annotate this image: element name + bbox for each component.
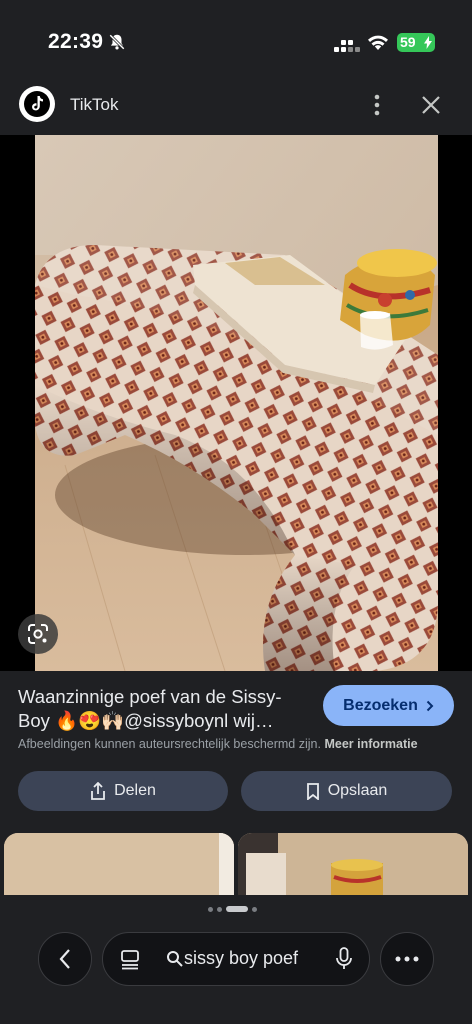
more-options-button[interactable] xyxy=(380,932,434,986)
status-time: 22:39 xyxy=(48,30,104,53)
related-thumbnail[interactable] xyxy=(4,833,234,895)
page-dot xyxy=(252,906,257,912)
mic-icon[interactable] xyxy=(335,947,353,971)
wifi-icon xyxy=(368,35,388,50)
lens-icon xyxy=(28,624,48,644)
tiktok-logo[interactable] xyxy=(19,86,55,122)
visit-button[interactable]: Bezoeken xyxy=(323,685,454,726)
page-dot-active xyxy=(226,906,248,912)
more-horiz-icon xyxy=(395,956,419,962)
search-query[interactable]: sissy boy poef xyxy=(184,948,298,969)
copyright-notice: Afbeeldingen kunnen auteursrechtelijk be… xyxy=(18,737,418,751)
signal-icon xyxy=(334,40,360,52)
tiktok-note-icon xyxy=(32,96,43,111)
result-title[interactable]: Waanzinnige poef van de Sissy- Boy 🔥😍🙌🏻@… xyxy=(18,685,308,733)
bookmark-icon xyxy=(306,782,319,800)
related-image xyxy=(238,833,468,895)
result-title-line1: Waanzinnige poef van de Sissy- xyxy=(18,686,282,707)
related-thumbnail[interactable] xyxy=(238,833,468,895)
page-indicator xyxy=(208,905,257,913)
share-button[interactable]: Delen xyxy=(18,771,228,811)
chevron-right-icon xyxy=(426,700,434,711)
copyright-text: Afbeeldingen kunnen auteursrechtelijk be… xyxy=(18,737,321,751)
search-icon xyxy=(167,951,183,967)
image-viewer[interactable] xyxy=(0,135,472,671)
result-title-line2: Boy 🔥😍🙌🏻@sissyboynl wij… xyxy=(18,710,274,731)
share-icon xyxy=(91,781,105,800)
lens-button[interactable] xyxy=(18,614,58,654)
back-arrow-icon xyxy=(59,949,70,969)
share-label: Delen xyxy=(114,782,156,799)
page-dot xyxy=(217,906,222,912)
more-vert-icon[interactable] xyxy=(366,92,388,118)
source-name[interactable]: TikTok xyxy=(70,95,119,115)
page-dot xyxy=(208,906,213,912)
list-icon[interactable] xyxy=(119,948,141,970)
save-label: Opslaan xyxy=(327,782,388,799)
bolt-icon xyxy=(424,36,432,49)
related-image xyxy=(4,833,234,895)
related-results xyxy=(0,833,472,895)
source-header: TikTok xyxy=(0,82,472,130)
visit-label: Bezoeken xyxy=(343,696,418,714)
battery-icon: 59 xyxy=(397,33,435,52)
result-image[interactable] xyxy=(35,135,438,671)
search-bar[interactable]: sissy boy poef xyxy=(102,932,370,986)
bottom-bar: sissy boy poef xyxy=(0,895,472,1024)
bell-slash-icon xyxy=(109,34,125,50)
more-info-link[interactable]: Meer informatie xyxy=(324,737,417,751)
battery-level: 59 xyxy=(400,34,416,50)
status-bar: 22:39 59 xyxy=(0,0,472,80)
save-button[interactable]: Opslaan xyxy=(241,771,452,811)
back-button[interactable] xyxy=(38,932,92,986)
close-icon[interactable] xyxy=(420,94,442,116)
